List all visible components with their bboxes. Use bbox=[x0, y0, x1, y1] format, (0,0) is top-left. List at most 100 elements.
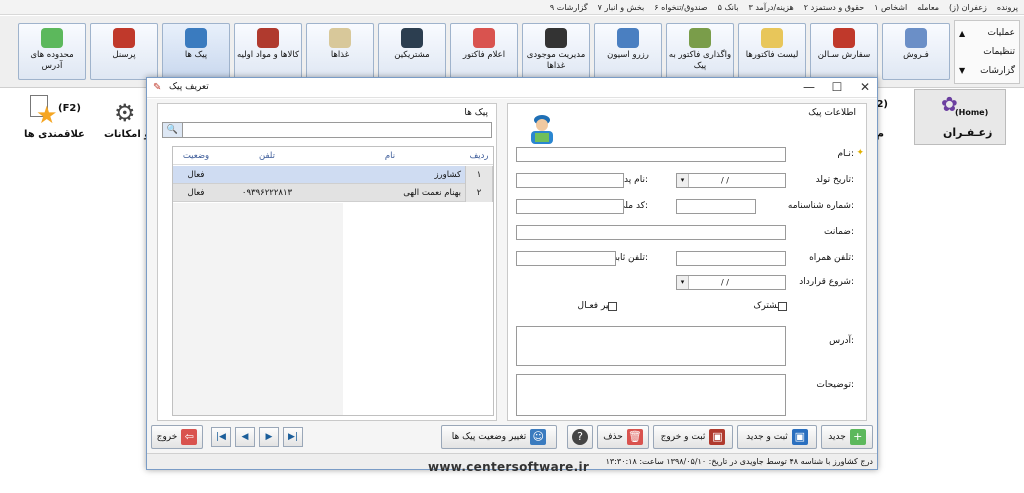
search-field[interactable]: 🔍 bbox=[162, 122, 492, 138]
couriers-list-panel: پیک ها 🔍 ردیف نام تلفن وضعیت ۱ کشاورز فع… bbox=[157, 103, 497, 421]
megaphone-icon bbox=[473, 28, 495, 48]
address-textarea[interactable] bbox=[516, 326, 786, 366]
menu-persons[interactable]: ۱ اشخاص bbox=[874, 3, 907, 12]
change-status-button[interactable]: تغییر وضعیت پیک ها ☺ bbox=[441, 425, 557, 449]
id-number-input[interactable] bbox=[676, 199, 756, 214]
gear-icon: ⚙ bbox=[114, 99, 136, 127]
table-row[interactable]: ۱ کشاورز فعال bbox=[173, 166, 493, 184]
menu-file[interactable]: پرونده bbox=[997, 3, 1018, 12]
menu-cash[interactable]: ۶ صندوق/تنخواه bbox=[654, 3, 707, 12]
next-record-button[interactable]: ▶ bbox=[259, 427, 279, 447]
ribbon-announce-invoice-button[interactable]: اعلام فاکتور bbox=[450, 23, 518, 80]
dialog-button-bar: خروج ⇦ |◀ ◀ ▶ ▶| تغییر وضعیت پیک ها ☺ ? … bbox=[147, 423, 877, 453]
first-record-button[interactable]: |◀ bbox=[211, 427, 231, 447]
ribbon-food-stock-button[interactable]: مدیریت موجودی غذاها bbox=[522, 23, 590, 80]
form-title: اطلاعات پیک bbox=[808, 108, 856, 118]
courier-avatar-icon bbox=[531, 115, 553, 144]
mobile-input[interactable] bbox=[676, 251, 786, 266]
maximize-icon[interactable]: ☐ bbox=[823, 78, 851, 97]
new-button[interactable]: جدید + bbox=[821, 425, 873, 449]
delete-button[interactable]: حذف 🗑 bbox=[597, 425, 649, 449]
ribbon-foods-button[interactable]: غذاها bbox=[306, 23, 374, 80]
national-code-input[interactable] bbox=[516, 199, 624, 214]
exit-icon: ⇦ bbox=[181, 429, 198, 445]
ribbon-sales-button[interactable]: فـروش bbox=[882, 23, 950, 80]
ribbon-address-areas-button[interactable]: محدوده های آدرس bbox=[18, 23, 86, 80]
notes-textarea[interactable] bbox=[516, 374, 786, 416]
courier-info-panel: اطلاعات پیک ✦ نـام: تاریخ تولد: ▾ / / نا… bbox=[507, 103, 867, 421]
ribbon-hall-order-button[interactable]: سفارش سـالن bbox=[810, 23, 878, 80]
landline-input[interactable] bbox=[516, 251, 616, 266]
table-row[interactable]: ۲ بهنام نعمت الهی ۰۹۳۹۶۲۲۲۸۱۳ فعال bbox=[173, 184, 493, 202]
guarantee-input[interactable] bbox=[516, 225, 786, 240]
list-title: پیک ها bbox=[464, 108, 488, 118]
chevron-down-icon[interactable]: ▾ bbox=[677, 174, 689, 187]
save-exit-button[interactable]: ثبت و خروج ▣ bbox=[653, 425, 733, 449]
courier-assign-icon bbox=[689, 28, 711, 48]
courier-icon: ☺ bbox=[530, 429, 547, 445]
couriers-grid: ردیف نام تلفن وضعیت ۱ کشاورز فعال ۲ بهنا… bbox=[172, 146, 494, 416]
menu-reports[interactable]: ۹ گزارشات bbox=[550, 3, 588, 12]
save-new-button[interactable]: ثبت و جدید ▣ bbox=[737, 425, 817, 449]
invoice-icon bbox=[761, 28, 783, 48]
inactive-checkbox[interactable] bbox=[608, 302, 617, 311]
required-mark-icon: ✦ bbox=[856, 148, 864, 158]
col-phone[interactable]: تلفن bbox=[219, 147, 315, 165]
menu-deal[interactable]: معامله bbox=[917, 3, 939, 12]
home-tile[interactable]: ✿ (Home) زعـفـران bbox=[914, 89, 1006, 145]
ribbon-assign-invoice-button[interactable]: واگذاری فاکتور به پیک bbox=[666, 23, 734, 80]
col-status[interactable]: وضعیت bbox=[173, 147, 219, 165]
watermark: www.centersoftware.ir bbox=[428, 460, 590, 474]
groceries-icon bbox=[257, 28, 279, 48]
dialog-titlebar: ✎ تعریف پیک — ☐ ✕ bbox=[147, 78, 877, 98]
dish-icon bbox=[329, 28, 351, 48]
menubar: پرونده (ز) زعفران معامله ۱ اشخاص ۲ حقوق … bbox=[0, 0, 1024, 15]
menu-saffron[interactable]: (ز) زعفران bbox=[949, 3, 987, 12]
minimize-icon[interactable]: — bbox=[795, 78, 823, 97]
ribbon-couriers-button[interactable]: پیک ها bbox=[162, 23, 230, 80]
close-icon[interactable]: ✕ bbox=[851, 78, 879, 97]
menu-expense[interactable]: ۳ هزینه/درآمد bbox=[749, 3, 794, 12]
grid-empty-area bbox=[173, 203, 343, 415]
father-name-input[interactable] bbox=[516, 173, 624, 188]
search-input[interactable] bbox=[185, 123, 491, 137]
person-icon bbox=[113, 28, 135, 48]
help-icon: ? bbox=[572, 429, 588, 445]
calendar-icon bbox=[617, 28, 639, 48]
menu-warehouse[interactable]: ۷ بخش و انبار bbox=[598, 3, 645, 12]
help-button[interactable]: ? bbox=[567, 425, 593, 449]
menu-bank[interactable]: ۵ بانک bbox=[718, 3, 739, 12]
last-record-button[interactable]: ▶| bbox=[283, 427, 303, 447]
dialog-body: پیک ها 🔍 ردیف نام تلفن وضعیت ۱ کشاورز فع… bbox=[147, 99, 877, 469]
col-index[interactable]: ردیف bbox=[465, 147, 493, 165]
side-cmd-operations[interactable]: عملیات ▲ bbox=[959, 28, 1015, 38]
courier-definition-dialog: ✎ تعریف پیک — ☐ ✕ پیک ها 🔍 ردیف نام تلفن… bbox=[146, 77, 878, 470]
ribbon-customers-button[interactable]: مشتریکین bbox=[378, 23, 446, 80]
arrow-down-icon: ▼ bbox=[959, 66, 966, 76]
contract-date-picker[interactable]: ▾ / / bbox=[676, 275, 786, 290]
favorites-tile[interactable]: ★ (F2) علاقمندی ها bbox=[6, 93, 88, 145]
common-checkbox[interactable] bbox=[778, 302, 787, 311]
chevron-down-icon[interactable]: ▾ bbox=[677, 276, 689, 289]
star-icon: ★ bbox=[36, 101, 58, 129]
dialog-title: تعریف پیک bbox=[169, 82, 209, 92]
monitor-icon bbox=[545, 28, 567, 48]
ribbon-raw-materials-button[interactable]: کالاها و مواد اولیه bbox=[234, 23, 302, 80]
birth-date-picker[interactable]: ▾ / / bbox=[676, 173, 786, 188]
side-commands: عملیات ▲ تنظیمات گزارشات ▼ bbox=[954, 20, 1020, 84]
exit-button[interactable]: خروج ⇦ bbox=[151, 425, 203, 449]
col-name[interactable]: نام bbox=[315, 147, 465, 165]
floppy-disk-icon: ▣ bbox=[709, 429, 726, 445]
menu-payroll[interactable]: ۲ حقوق و دستمزد bbox=[804, 3, 864, 12]
ribbon-reservation-button[interactable]: رزرو اسیون bbox=[594, 23, 662, 80]
search-icon[interactable]: 🔍 bbox=[163, 123, 183, 137]
ribbon-personnel-button[interactable]: پرسنل bbox=[90, 23, 158, 80]
name-input[interactable] bbox=[516, 147, 786, 162]
ribbon-invoice-list-button[interactable]: لیست فاکتورها bbox=[738, 23, 806, 80]
prev-record-button[interactable]: ◀ bbox=[235, 427, 255, 447]
side-cmd-reports[interactable]: گزارشات ▼ bbox=[959, 66, 1015, 76]
customer-icon bbox=[401, 28, 423, 48]
app-window: پرونده (ز) زعفران معامله ۱ اشخاص ۲ حقوق … bbox=[0, 0, 1024, 493]
trash-icon: 🗑 bbox=[626, 429, 643, 445]
side-cmd-settings[interactable]: تنظیمات bbox=[959, 47, 1015, 57]
